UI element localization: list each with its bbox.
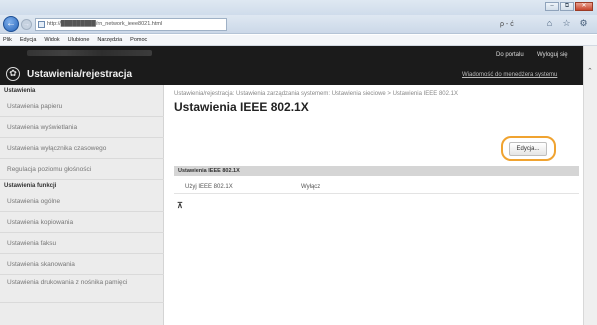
back-to-top-icon[interactable]: ⊼ — [177, 201, 183, 210]
sidebar-item-copy[interactable]: Ustawienia kopiowania — [0, 212, 164, 233]
app-title: Ustawienia/rejestracja — [27, 69, 133, 80]
scroll-up-icon[interactable]: ⌃ — [587, 67, 593, 75]
window-controls: – ⧉ ✕ — [545, 2, 593, 11]
admin-message-link[interactable]: Wiadomość do menedżera systemu — [462, 72, 557, 78]
browser-navbar: ← → http://█████████/rn_network_ieee8021… — [0, 15, 597, 34]
menu-help[interactable]: Pomoc — [130, 35, 147, 45]
back-button[interactable]: ← — [3, 16, 19, 32]
logout-link[interactable]: Wyloguj się — [537, 52, 568, 58]
menu-view[interactable]: Widok — [44, 35, 59, 45]
sidebar-section-functions: Ustawienia funkcji — [4, 183, 57, 189]
home-icon[interactable]: ⌂ — [544, 18, 555, 29]
minimize-button[interactable]: – — [545, 2, 559, 11]
menu-edit[interactable]: Edycja — [20, 35, 37, 45]
main-content: Ustawienia/rejestracja: Ustawienia zarzą… — [165, 85, 583, 325]
favorites-star-icon[interactable]: ☆ — [561, 18, 572, 29]
sidebar-item-paper[interactable]: Ustawienia papieru — [0, 96, 164, 117]
app-header: ✿ Ustawienia/rejestracja Do portalu Wylo… — [0, 46, 583, 85]
edit-button[interactable]: Edycja... — [509, 142, 547, 156]
browser-toolbar-icons: ⌂ ☆ ⚙ — [544, 18, 589, 29]
to-portal-link[interactable]: Do portalu — [496, 52, 524, 58]
sidebar-section-settings: Ustawienia — [4, 88, 36, 94]
device-info-blurred — [27, 50, 152, 56]
breadcrumb: Ustawienia/rejestracja: Ustawienia zarzą… — [174, 91, 458, 97]
setting-label: Użyj IEEE 802.1X — [185, 184, 233, 190]
address-bar[interactable]: http://█████████/rn_network_ieee8021.htm… — [35, 18, 227, 31]
forward-button[interactable]: → — [21, 19, 32, 30]
sidebar: Ustawienia Ustawienia papieru Ustawienia… — [0, 85, 164, 325]
sidebar-item-fax[interactable]: Ustawienia faksu — [0, 233, 164, 254]
window-titlebar: – ⧉ ✕ — [0, 0, 597, 15]
sidebar-item-timer[interactable]: Ustawienia wyłącznika czasowego — [0, 138, 164, 159]
settings-row — [174, 182, 579, 194]
page-icon — [38, 21, 45, 28]
restore-button[interactable]: ⧉ — [560, 2, 574, 11]
search-controls[interactable]: ρ - ć — [500, 18, 532, 31]
settings-gear-icon[interactable]: ⚙ — [578, 18, 589, 29]
menu-file[interactable]: Plik — [3, 35, 12, 45]
sidebar-item-display[interactable]: Ustawienia wyświetlania — [0, 117, 164, 138]
menu-tools[interactable]: Narzędzia — [97, 35, 122, 45]
sidebar-item-volume[interactable]: Regulacja poziomu głośności — [0, 159, 164, 180]
browser-menubar: Plik Edycja Widok Ulubione Narzędzia Pom… — [0, 35, 597, 46]
sidebar-item-scan[interactable]: Ustawienia skanowania — [0, 254, 164, 275]
sidebar-item-memory-print[interactable]: Ustawienia drukowania z nośnika pamięci — [0, 275, 164, 303]
close-window-button[interactable]: ✕ — [575, 2, 593, 11]
page-scrollbar[interactable]: ⌃ — [583, 46, 597, 325]
settings-logo-icon: ✿ — [6, 67, 20, 81]
page-title: Ustawienia IEEE 802.1X — [174, 100, 309, 114]
sidebar-item-general[interactable]: Ustawienia ogólne — [0, 191, 164, 212]
menu-favorites[interactable]: Ulubione — [68, 35, 90, 45]
address-text: http://█████████/rn_network_ieee8021.htm… — [47, 21, 163, 27]
setting-value: Wyłącz — [301, 184, 321, 190]
section-header: Ustawienia IEEE 802.1X — [174, 166, 579, 176]
